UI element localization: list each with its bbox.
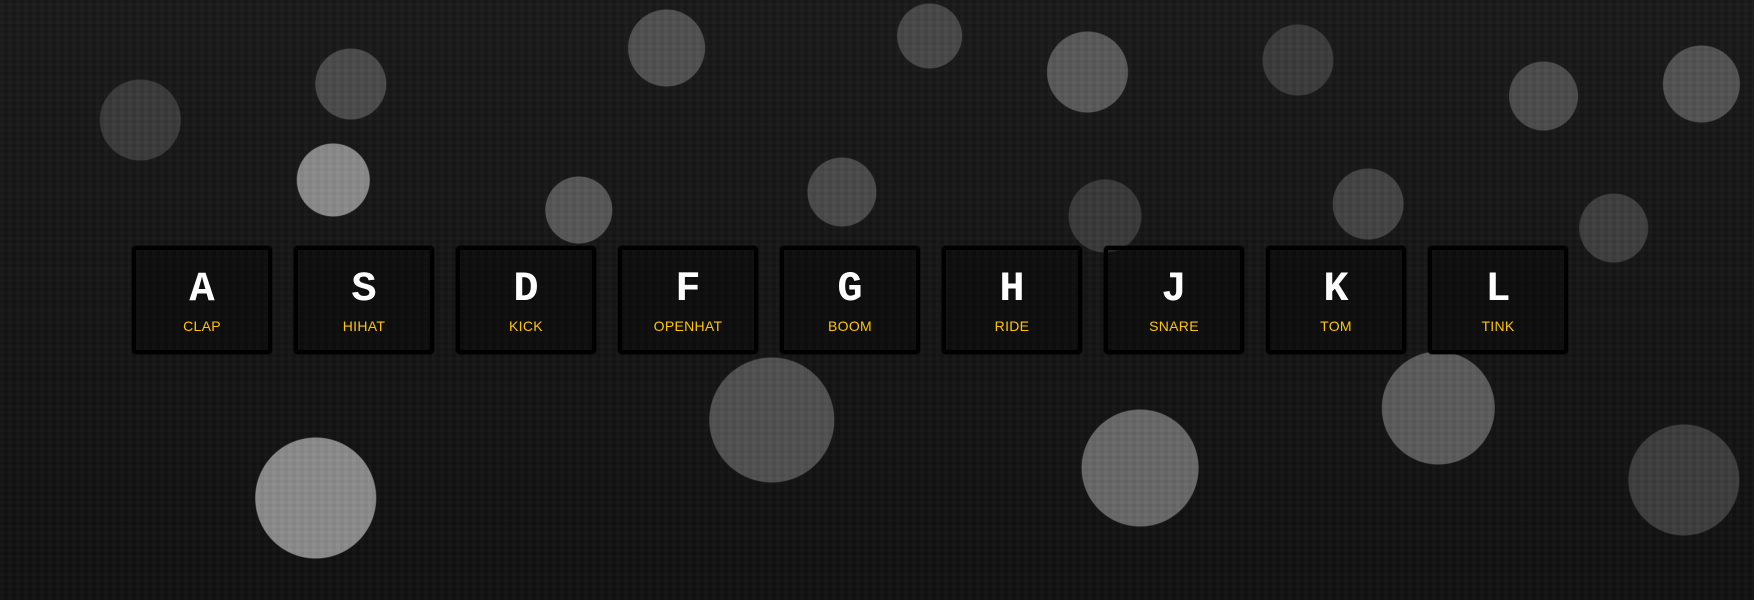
key-letter: G — [837, 265, 863, 313]
drum-key-tink[interactable]: L TINK — [1428, 246, 1568, 354]
key-letter: S — [351, 265, 377, 313]
sound-label: RIDE — [994, 318, 1030, 334]
sound-label: OPENHAT — [653, 318, 723, 334]
drum-key-boom[interactable]: G BOOM — [780, 246, 920, 354]
key-letter: D — [513, 265, 539, 313]
key-letter: K — [1323, 265, 1349, 313]
sound-label: SNARE — [1149, 318, 1199, 334]
sound-label: TINK — [1481, 318, 1515, 334]
sound-label: KICK — [509, 318, 543, 334]
key-letter: L — [1485, 265, 1511, 313]
key-letter: H — [999, 265, 1025, 313]
key-letter: F — [675, 265, 701, 313]
key-letter: A — [189, 265, 215, 313]
drum-key-openhat[interactable]: F OPENHAT — [618, 246, 758, 354]
drum-kit-stage: A CLAP S HIHAT D KICK F OPENHAT G BOOM H… — [0, 0, 1754, 600]
drum-keys: A CLAP S HIHAT D KICK F OPENHAT G BOOM H… — [132, 246, 1568, 354]
key-letter: J — [1161, 265, 1187, 313]
sound-label: TOM — [1320, 318, 1352, 334]
drum-key-tom[interactable]: K TOM — [1266, 246, 1406, 354]
drum-key-snare[interactable]: J SNARE — [1104, 246, 1244, 354]
sound-label: HIHAT — [342, 318, 386, 334]
drum-key-kick[interactable]: D KICK — [456, 246, 596, 354]
sound-label: BOOM — [828, 318, 872, 334]
drum-key-ride[interactable]: H RIDE — [942, 246, 1082, 354]
drum-key-hihat[interactable]: S HIHAT — [294, 246, 434, 354]
sound-label: CLAP — [183, 318, 221, 334]
drum-key-clap[interactable]: A CLAP — [132, 246, 272, 354]
